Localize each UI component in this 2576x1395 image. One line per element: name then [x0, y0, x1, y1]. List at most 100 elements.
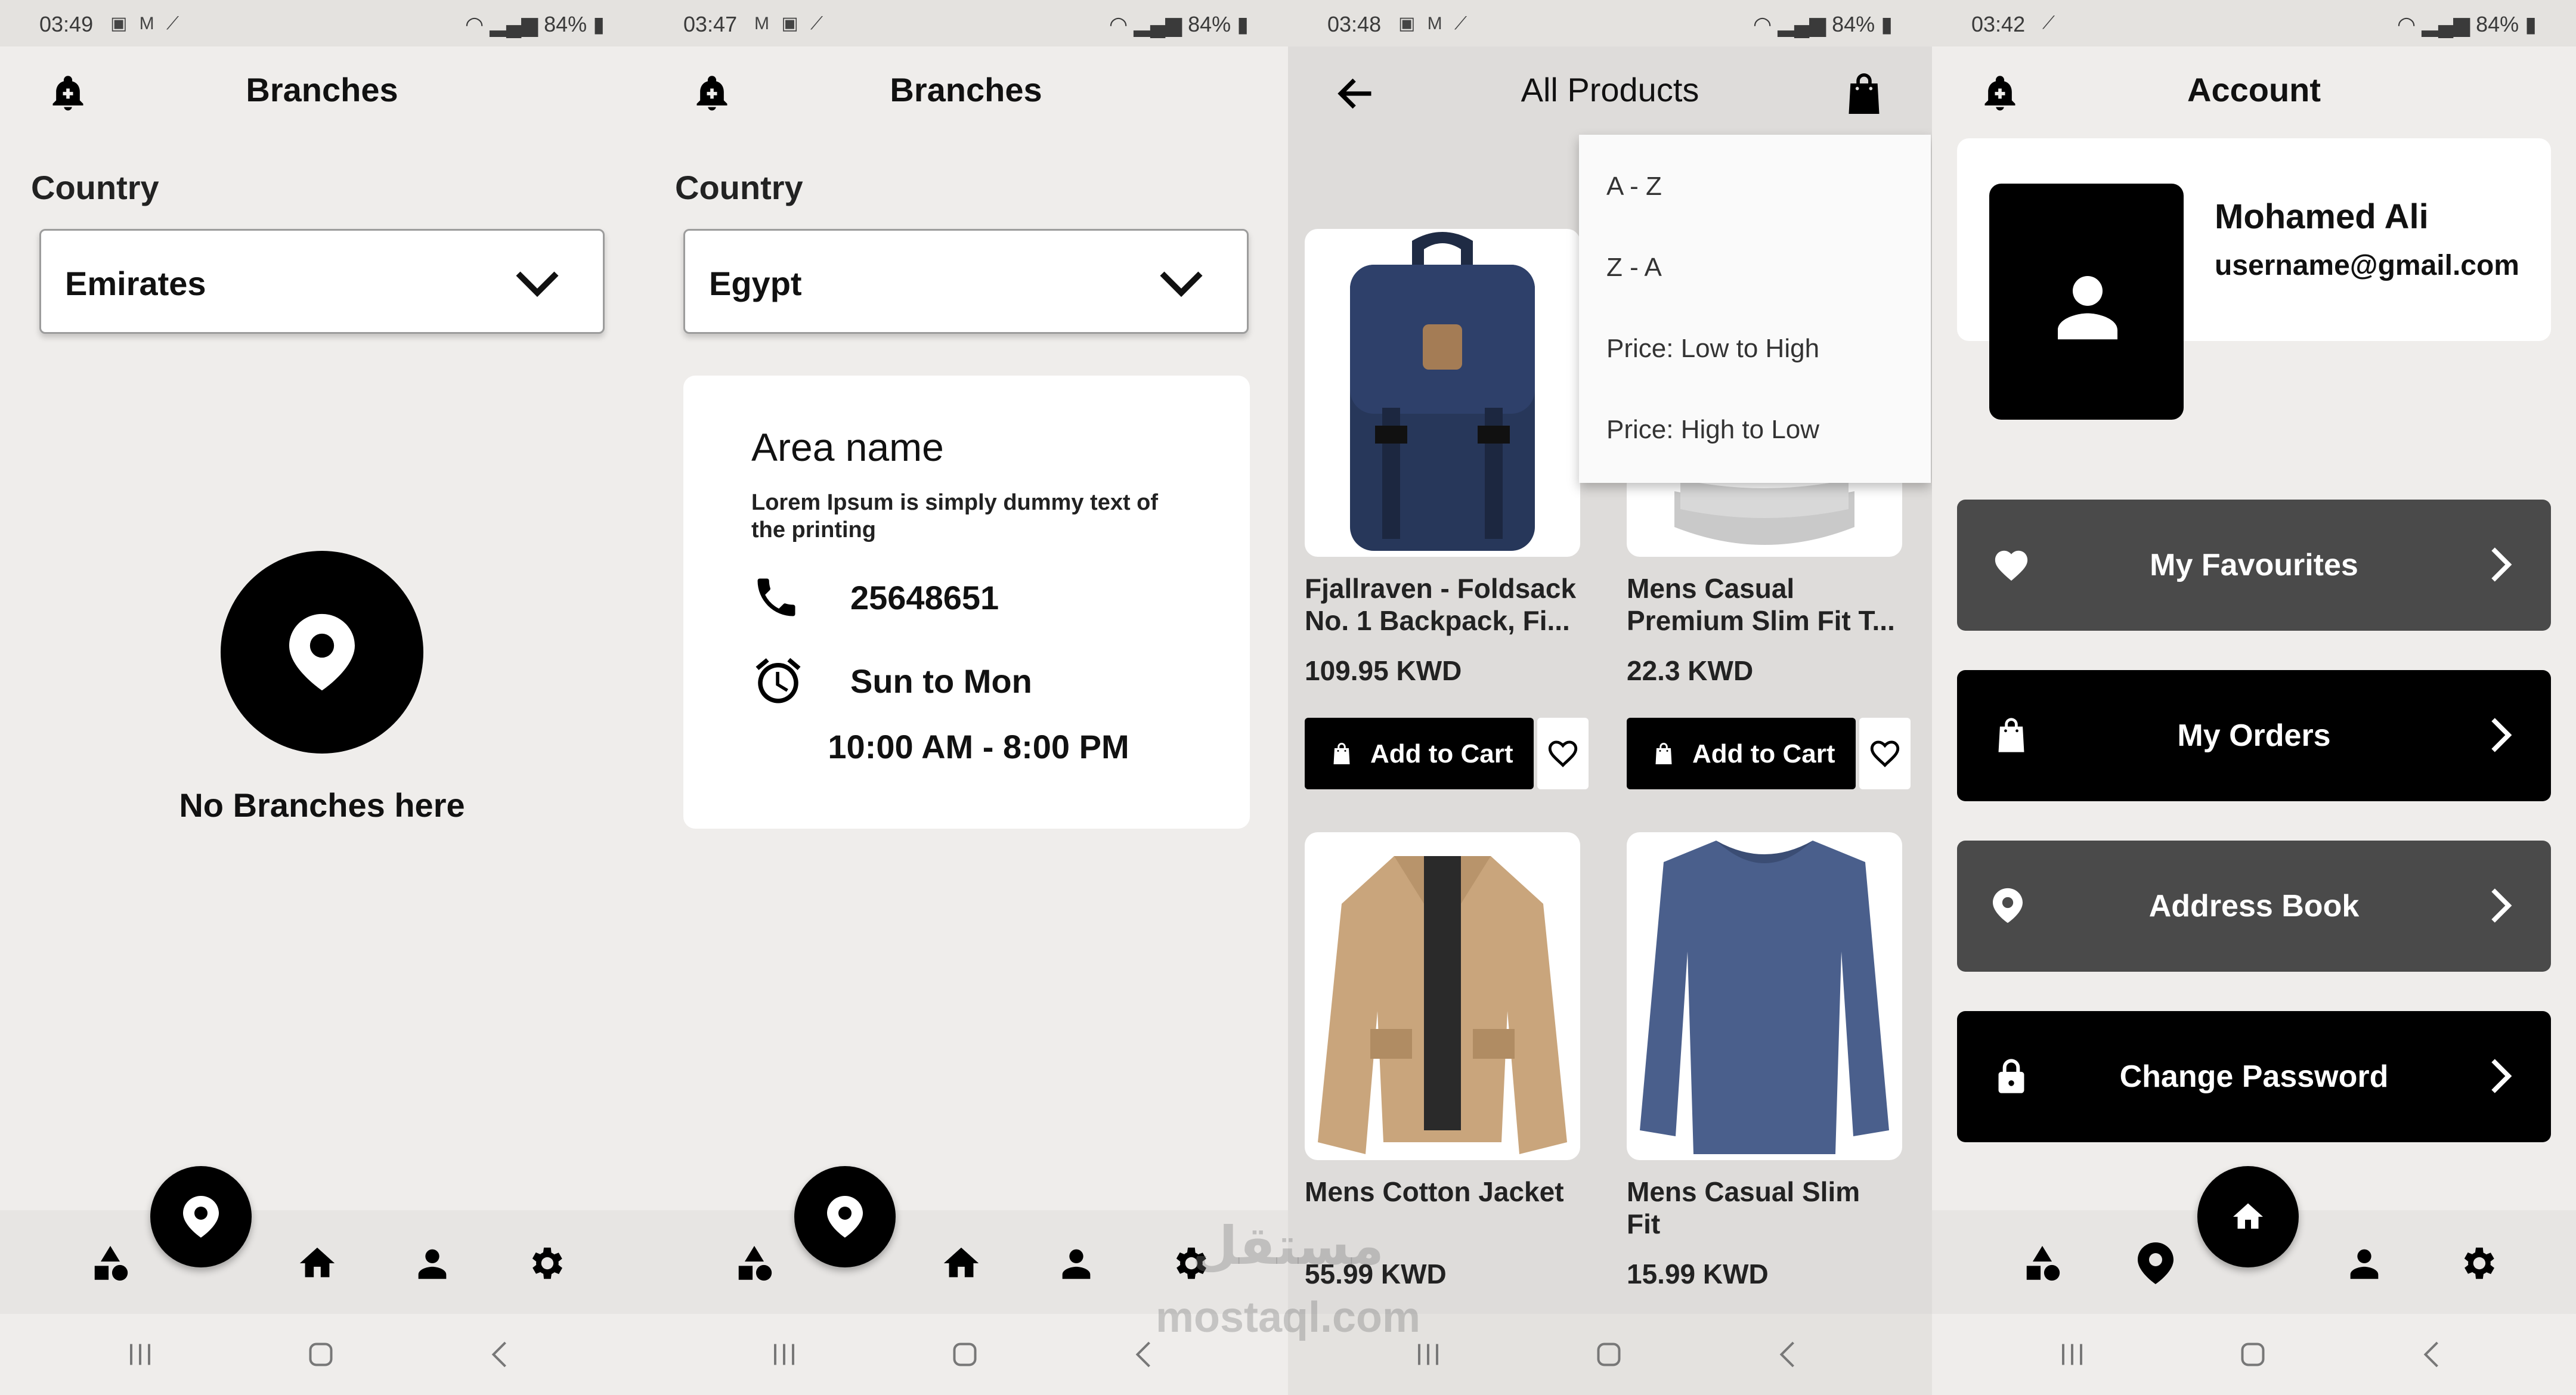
- status-right: ◠ ▂▄▆ 84% ▮: [2391, 12, 2537, 37]
- branch-description: Lorem Ipsum is simply dummy text of the …: [751, 490, 1159, 542]
- location-pin-icon: [289, 610, 355, 694]
- location-pin-icon: [183, 1196, 219, 1238]
- battery-icon: ▮: [1881, 12, 1893, 36]
- country-label: Country: [31, 169, 159, 206]
- my-orders-button[interactable]: My Orders: [1957, 670, 2551, 801]
- wifi-icon: ◠: [2397, 12, 2416, 36]
- product-image-backpack[interactable]: [1305, 229, 1580, 557]
- page-title: Branches: [890, 71, 1042, 108]
- status-right: ◠ ▂▄▆ 84% ▮: [1103, 12, 1249, 37]
- sort-option-a-z[interactable]: A - Z: [1606, 172, 1662, 202]
- sort-option-z-a[interactable]: Z - A: [1606, 253, 1662, 283]
- recents-button[interactable]: [2054, 1337, 2090, 1372]
- product-name[interactable]: Mens Cotton Jacket: [1305, 1176, 1585, 1208]
- change-password-button[interactable]: Change Password: [1957, 1011, 2551, 1142]
- chevron-down-icon: [1157, 265, 1205, 301]
- account-icon[interactable]: [411, 1242, 453, 1284]
- product-name[interactable]: Mens Casual Premium Slim Fit T...: [1627, 572, 1907, 637]
- address-book-button[interactable]: Address Book: [1957, 841, 2551, 972]
- heart-outline-icon: [1868, 736, 1902, 770]
- battery-level: 84%: [544, 12, 587, 36]
- system-back-button[interactable]: [2415, 1337, 2451, 1372]
- system-home-button[interactable]: [303, 1337, 339, 1372]
- recents-button[interactable]: [766, 1337, 802, 1372]
- sort-option-price-low-high[interactable]: Price: Low to High: [1606, 334, 1819, 364]
- home-icon[interactable]: [940, 1242, 982, 1284]
- app-bar: All Products: [1288, 46, 1932, 142]
- battery-icon: ▮: [2525, 12, 2537, 36]
- branches-nav-button-active[interactable]: [794, 1166, 896, 1267]
- app-bar: Branches: [644, 46, 1288, 142]
- empty-state-text: No Branches here: [179, 786, 465, 824]
- battery-level: 84%: [1188, 12, 1231, 36]
- sort-option-price-high-low[interactable]: Price: High to Low: [1606, 415, 1819, 445]
- product-image-sweater[interactable]: [1627, 832, 1902, 1160]
- home-icon[interactable]: [296, 1242, 338, 1284]
- phone-icon: [751, 572, 801, 622]
- user-name: Mohamed Ali: [2215, 197, 2429, 236]
- system-back-button[interactable]: [483, 1337, 519, 1372]
- recents-button[interactable]: [122, 1337, 158, 1372]
- system-home-button[interactable]: [1591, 1337, 1627, 1372]
- product-name[interactable]: Mens Casual Slim Fit: [1627, 1176, 1877, 1240]
- my-favourites-button[interactable]: My Favourites: [1957, 500, 2551, 631]
- status-time: 03:47: [683, 12, 738, 36]
- product-name[interactable]: Fjallraven - Foldsack No. 1 Backpack, Fi…: [1305, 572, 1585, 637]
- branch-phone[interactable]: 25648651: [850, 578, 999, 617]
- signal-icon: ▂▄▆: [490, 12, 538, 36]
- add-to-cart-button[interactable]: Add to Cart: [1627, 718, 1856, 789]
- product-price: 109.95 KWD: [1305, 655, 1462, 686]
- backpack-image: [1350, 232, 1535, 551]
- settings-icon[interactable]: [525, 1242, 566, 1284]
- bag-icon: [1653, 742, 1674, 765]
- favourite-button[interactable]: [1859, 718, 1911, 789]
- status-time: 03:42: [1971, 12, 2026, 36]
- account-icon[interactable]: [1055, 1242, 1097, 1284]
- country-dropdown[interactable]: Egypt: [683, 229, 1249, 334]
- categories-icon[interactable]: [2021, 1242, 2063, 1284]
- branches-location-icon[interactable]: [2135, 1242, 2176, 1284]
- notification-icons: M ▣ ⟋: [754, 14, 827, 33]
- product-image-jacket[interactable]: [1305, 832, 1580, 1160]
- add-to-cart-button[interactable]: Add to Cart: [1305, 718, 1534, 789]
- home-nav-button-active[interactable]: [2197, 1166, 2299, 1267]
- signal-icon: ▂▄▆: [1778, 12, 1826, 36]
- page-title: All Products: [1521, 71, 1699, 108]
- chevron-right-icon: [2488, 1058, 2514, 1095]
- status-time: 03:48: [1327, 12, 1382, 36]
- country-dropdown[interactable]: Emirates: [39, 229, 605, 334]
- status-right: ◠ ▂▄▆ 84% ▮: [1747, 12, 1893, 37]
- cart-bag-icon[interactable]: [1844, 70, 1884, 117]
- branch-days: Sun to Mon: [850, 662, 1032, 700]
- watermark-arabic: مستقل: [1192, 1216, 1384, 1275]
- add-to-cart-label: Add to Cart: [1692, 739, 1835, 768]
- system-home-button[interactable]: [2235, 1337, 2271, 1372]
- screen-account: 03:42 ⟋ ◠ ▂▄▆ 84% ▮ Account Mohamed Ali use…: [1932, 0, 2576, 1395]
- system-back-button[interactable]: [1771, 1337, 1807, 1372]
- favourite-button[interactable]: [1537, 718, 1589, 789]
- categories-icon[interactable]: [733, 1242, 775, 1284]
- app-bar: Branches: [0, 46, 644, 142]
- avatar[interactable]: [1989, 184, 2184, 420]
- branches-nav-button-active[interactable]: [150, 1166, 252, 1267]
- categories-icon[interactable]: [89, 1242, 131, 1284]
- chevron-right-icon: [2488, 717, 2514, 754]
- menu-label: My Favourites: [2150, 548, 2358, 582]
- chevron-down-icon: [513, 265, 561, 301]
- settings-icon[interactable]: [2457, 1242, 2498, 1284]
- country-label: Country: [675, 169, 803, 206]
- system-navigation-bar: [0, 1314, 644, 1395]
- status-time: 03:49: [39, 12, 94, 36]
- notification-icons: ▣ M ⟋: [110, 14, 183, 33]
- bottom-navigation: [0, 1210, 644, 1314]
- user-email: username@gmail.com: [2215, 250, 2519, 281]
- battery-icon: ▮: [593, 12, 605, 36]
- country-selected-value: Egypt: [709, 265, 802, 302]
- account-icon[interactable]: [2343, 1242, 2385, 1284]
- signal-icon: ▂▄▆: [1134, 12, 1182, 36]
- branch-hours: 10:00 AM - 8:00 PM: [828, 728, 1129, 765]
- branch-card[interactable]: Area name Lorem Ipsum is simply dummy te…: [683, 376, 1250, 829]
- system-home-button[interactable]: [947, 1337, 983, 1372]
- page-title: Branches: [246, 71, 398, 108]
- sort-menu: A - Z Z - A Price: Low to High Price: Hi…: [1579, 135, 1931, 483]
